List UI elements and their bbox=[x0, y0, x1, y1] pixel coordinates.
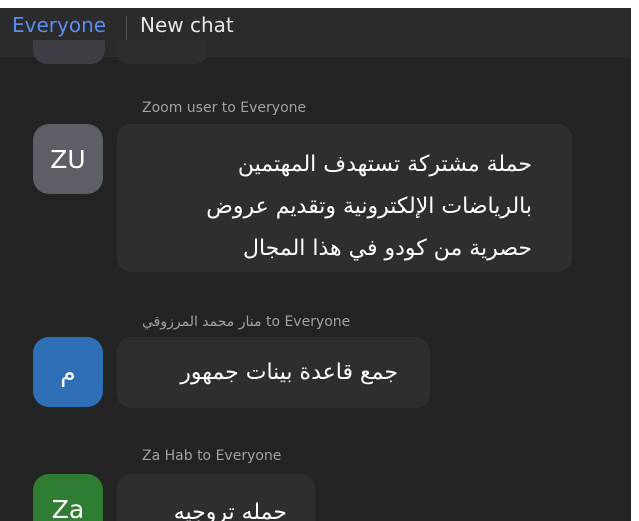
avatar-initials: Za bbox=[51, 494, 85, 521]
avatar: م bbox=[33, 337, 103, 407]
message-bubble: حمله تروجيه bbox=[117, 474, 315, 521]
avatar-initials: م bbox=[60, 357, 76, 387]
avatar: ZU bbox=[33, 124, 103, 194]
avatar: Za bbox=[33, 474, 103, 521]
right-border bbox=[631, 0, 639, 521]
previous-message-bubble bbox=[117, 40, 207, 64]
message-bubble: جمع قاعدة بينات جمهور bbox=[117, 337, 430, 408]
recipient-everyone-tab[interactable]: Everyone bbox=[12, 13, 106, 37]
new-chat-tab[interactable]: New chat bbox=[140, 13, 234, 37]
message-sender: منار محمد المرزوقي to Everyone bbox=[142, 314, 351, 330]
message-text: حمله تروجيه bbox=[173, 500, 287, 521]
chat-panel: Everyone New chat Zoom user to Everyone … bbox=[0, 0, 639, 521]
previous-message-avatar bbox=[33, 40, 105, 64]
message-bubble: حملة مشتركة تستهدف المهتمين بالرياضات ال… bbox=[117, 124, 572, 272]
message-sender: Zoom user to Everyone bbox=[142, 100, 307, 116]
message-sender: Za Hab to Everyone bbox=[142, 448, 282, 464]
avatar-initials: ZU bbox=[50, 144, 86, 174]
top-border bbox=[0, 0, 639, 8]
tab-divider bbox=[126, 16, 127, 42]
message-text: جمع قاعدة بينات جمهور bbox=[180, 360, 398, 385]
message-text: حملة مشتركة تستهدف المهتمين بالرياضات ال… bbox=[206, 152, 532, 261]
